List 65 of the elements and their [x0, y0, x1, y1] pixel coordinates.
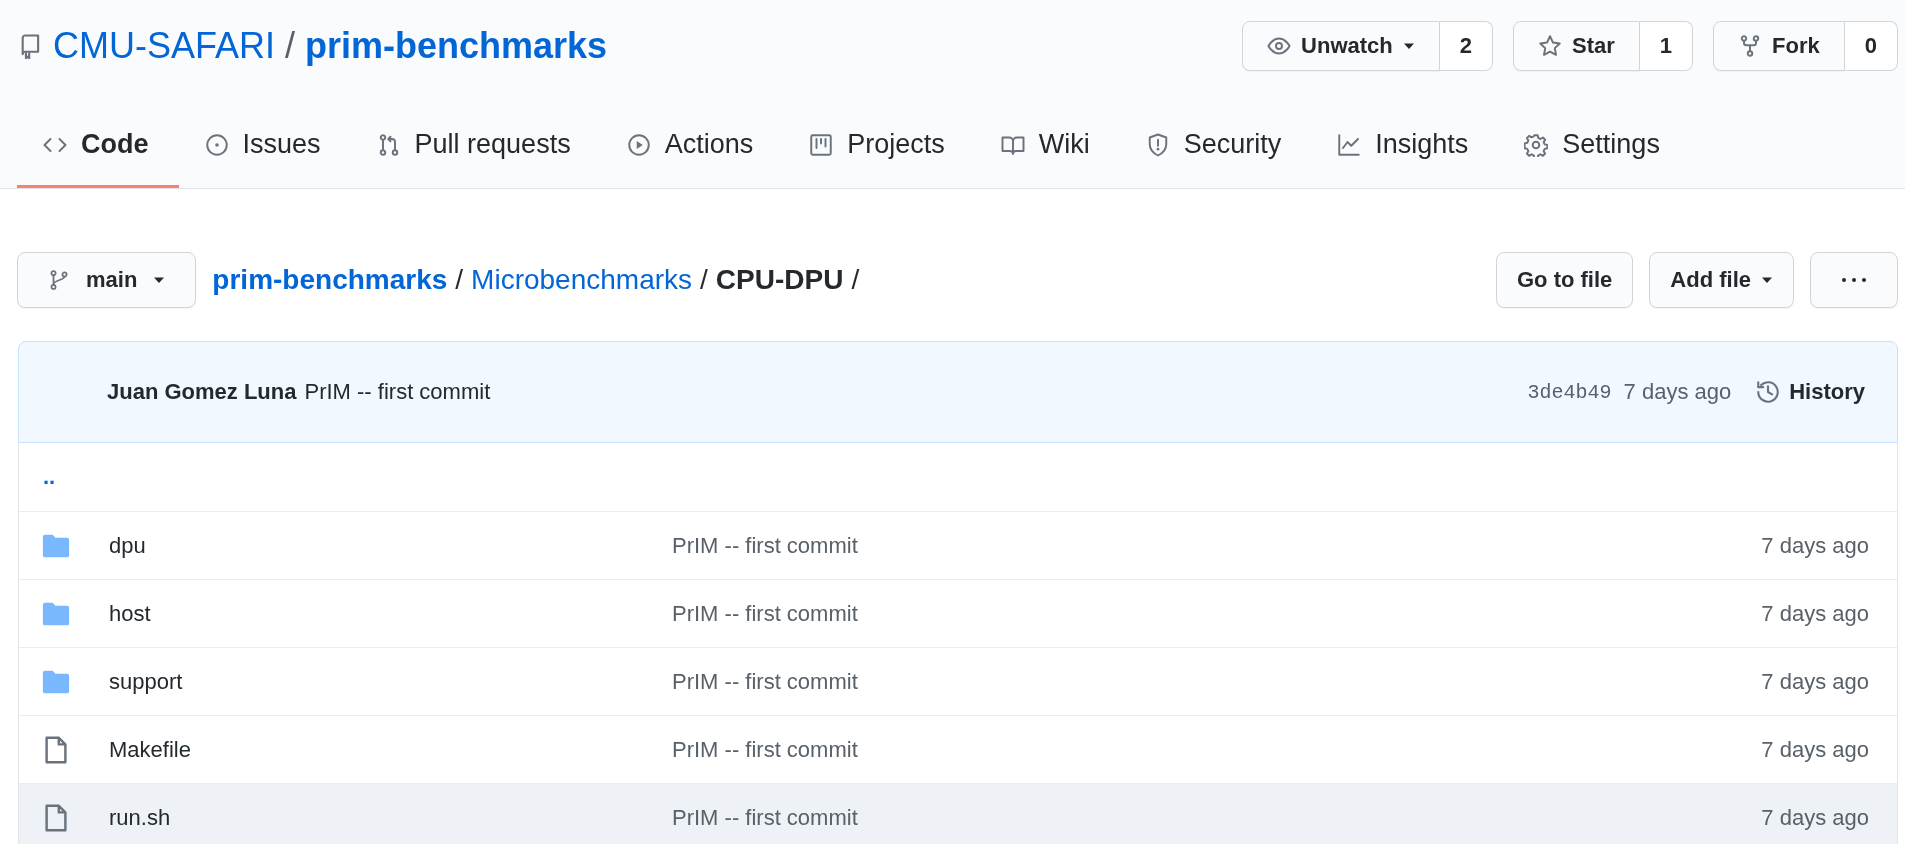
path-separator: / — [285, 25, 296, 67]
fork-button[interactable]: Fork — [1713, 21, 1845, 71]
commit-message[interactable]: PrIM -- first commit — [304, 379, 1528, 405]
commit-time: 7 days ago — [1761, 532, 1869, 559]
commit-message[interactable]: PrIM -- first commit — [672, 600, 1762, 627]
more-icon — [1841, 277, 1867, 283]
nav-tab[interactable]: Projects — [783, 104, 975, 188]
nav-tab[interactable]: Settings — [1498, 104, 1690, 188]
circle-dot-icon — [204, 132, 229, 157]
commit-message[interactable]: PrIM -- first commit — [672, 668, 1762, 695]
nav-tab[interactable]: Insights — [1311, 104, 1499, 188]
file-link[interactable]: Makefile — [109, 736, 672, 763]
current-folder: CPU-DPU — [715, 264, 844, 296]
nav-tab[interactable]: Code — [17, 104, 179, 188]
caret-icon — [1761, 276, 1773, 284]
project-board-icon — [809, 132, 834, 157]
history-icon — [1755, 379, 1782, 405]
count-link[interactable]: 0 — [1844, 21, 1898, 71]
folder-link[interactable]: host — [109, 600, 672, 627]
file-row[interactable]: dpu PrIM -- first commit 7 days ago — [19, 511, 1897, 579]
breadcrumb-link[interactable]: Microbenchmarks — [471, 264, 693, 296]
nav-tab[interactable]: Wiki — [974, 104, 1120, 188]
count-link[interactable]: 2 — [1439, 21, 1493, 71]
nav-tab[interactable]: Issues — [178, 104, 351, 188]
line-graph-icon — [1337, 132, 1362, 157]
more-button[interactable] — [1810, 252, 1898, 308]
parent-directory-link[interactable]: .. — [43, 464, 56, 490]
folder-link[interactable]: support — [109, 668, 672, 695]
nav-tab[interactable]: Pull requests — [350, 104, 601, 188]
file-row[interactable]: support PrIM -- first commit 7 days ago — [19, 647, 1897, 715]
commit-sha[interactable]: 3de4b49 — [1527, 380, 1612, 404]
file-row[interactable]: host PrIM -- first commit 7 days ago — [19, 579, 1897, 647]
caret-icon — [1402, 42, 1415, 50]
go-to-file-button[interactable]: Go to file — [1496, 252, 1634, 308]
repo-link[interactable]: prim-benchmarks — [305, 25, 608, 67]
file-row[interactable]: run.sh PrIM -- first commit 7 days ago — [19, 783, 1897, 844]
commit-message[interactable]: PrIM -- first commit — [672, 532, 1762, 559]
path-separator: / — [700, 264, 708, 296]
owner-link[interactable]: CMU-SAFARI — [53, 25, 275, 67]
commit-time: 7 days ago — [1623, 379, 1732, 405]
folder-link[interactable]: dpu — [109, 532, 672, 559]
author-link[interactable]: Juan Gomez Luna — [107, 379, 297, 405]
play-icon — [626, 132, 651, 157]
nav-tab[interactable]: Security — [1119, 104, 1312, 188]
commit-message[interactable]: PrIM -- first commit — [672, 736, 1762, 763]
branch-button[interactable]: main — [17, 252, 197, 308]
path-separator: / — [851, 264, 860, 296]
watch-button[interactable]: Unwatch — [1242, 21, 1440, 71]
branch-icon — [48, 269, 70, 291]
star-icon — [1538, 34, 1562, 58]
commit-time: 7 days ago — [1761, 804, 1869, 831]
path-separator: / — [455, 264, 464, 296]
add-file-button[interactable]: Add file — [1649, 252, 1794, 308]
star-button[interactable]: Star — [1513, 21, 1640, 71]
caret-icon — [153, 276, 166, 284]
file-link[interactable]: run.sh — [109, 804, 672, 831]
commit-time: 7 days ago — [1761, 736, 1869, 763]
nav-tab[interactable]: Actions — [600, 104, 784, 188]
commit-time: 7 days ago — [1761, 600, 1869, 627]
count-link[interactable]: 1 — [1639, 21, 1694, 71]
breadcrumb-link[interactable]: prim-benchmarks — [212, 264, 448, 296]
commit-time: 7 days ago — [1761, 668, 1869, 695]
commit-message[interactable]: PrIM -- first commit — [672, 804, 1762, 831]
gear-icon — [1524, 132, 1549, 157]
history-link[interactable]: History — [1755, 379, 1865, 405]
